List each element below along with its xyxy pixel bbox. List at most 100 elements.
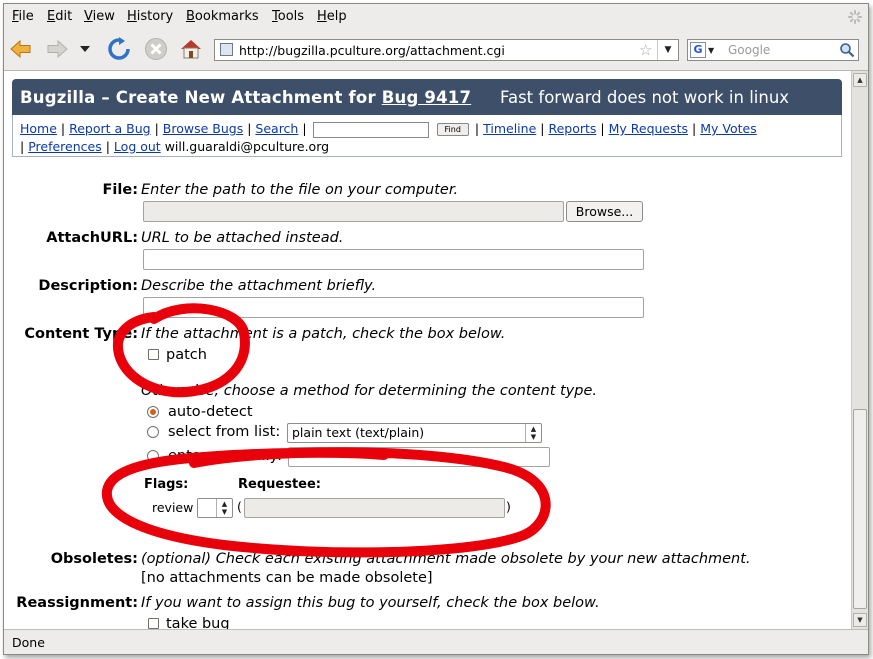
favicon-icon [220, 43, 233, 56]
bug-link[interactable]: Bug 9417 [382, 88, 471, 107]
back-button[interactable] [8, 36, 34, 62]
take-bug-checkbox[interactable] [148, 618, 159, 629]
attachurl-input[interactable] [143, 249, 644, 270]
browse-button[interactable]: Browse... [566, 201, 643, 222]
file-hint: Enter the path to the file on your compu… [141, 182, 459, 198]
home-button[interactable] [178, 36, 204, 62]
vertical-scrollbar[interactable]: ▲ ▼ [851, 71, 868, 629]
navigation-toolbar: http://bugzilla.pculture.org/attachment.… [4, 30, 868, 71]
link-reports[interactable]: Reports [548, 121, 596, 136]
obsoletes-label: Obsoletes: [50, 551, 138, 567]
menu-tools[interactable]: Tools [272, 9, 304, 24]
page-title: Bugzilla – Create New Attachment for Bug… [20, 88, 471, 107]
flags-header: Flags: [144, 477, 189, 492]
separator: | [247, 121, 252, 136]
auto-detect-label[interactable]: auto-detect [168, 404, 253, 420]
engine-dropdown-icon[interactable]: ▼ [708, 46, 714, 55]
user-email: will.guaraldi@pculture.org [164, 139, 330, 154]
reassignment-label: Reassignment: [16, 595, 138, 611]
take-bug-label[interactable]: take bug [166, 616, 230, 629]
menu-bookmarks[interactable]: Bookmarks [186, 9, 259, 24]
search-placeholder[interactable]: Google [728, 43, 770, 57]
scrollbar-thumb[interactable] [853, 409, 867, 609]
description-input[interactable] [143, 297, 644, 318]
requestee-header: Requestee: [238, 477, 321, 492]
obsoletes-none: [no attachments can be made obsolete] [141, 570, 433, 586]
link-timeline[interactable]: Timeline [483, 121, 536, 136]
quicksearch-input[interactable] [312, 121, 429, 138]
status-text: Done [12, 635, 45, 650]
status-bar: Done [4, 629, 868, 654]
chevron-down-icon [80, 46, 90, 52]
link-browse-bugs[interactable]: Browse Bugs [163, 121, 243, 136]
updown-arrows-icon: ▲ ▼ [216, 499, 232, 517]
attachurl-label: AttachURL: [46, 230, 138, 246]
bugzilla-nav-links: Home | Report a Bug | Browse Bugs | Sear… [12, 115, 842, 157]
url-bar[interactable]: http://bugzilla.pculture.org/attachment.… [214, 39, 679, 61]
menu-file[interactable]: File [12, 9, 34, 24]
menu-view[interactable]: View [84, 9, 115, 24]
enter-manually-radio[interactable] [147, 450, 159, 462]
patch-checkbox[interactable] [148, 349, 159, 360]
select-from-list-radio[interactable] [147, 426, 159, 438]
review-flag-label: review [152, 500, 194, 515]
page-content: Bugzilla – Create New Attachment for Bug… [4, 71, 851, 629]
updown-arrows-icon: ▲ ▼ [525, 424, 541, 442]
description-hint: Describe the attachment briefly. [141, 278, 377, 294]
separator: | [20, 139, 25, 154]
google-engine-icon[interactable]: G [690, 42, 706, 58]
attachurl-hint: URL to be attached instead. [141, 230, 344, 246]
content-type-selected: plain text (text/plain) [292, 425, 425, 440]
scroll-up-icon[interactable]: ▲ [853, 73, 867, 87]
manual-content-type-input[interactable] [288, 447, 550, 467]
menu-edit[interactable]: Edit [47, 9, 72, 24]
bookmark-star-icon[interactable]: ☆ [639, 41, 652, 59]
open-paren: ( [237, 499, 242, 514]
back-arrow-icon [10, 39, 31, 59]
link-my-requests[interactable]: My Requests [609, 121, 688, 136]
link-report-bug[interactable]: Report a Bug [69, 121, 150, 136]
file-path-input[interactable] [143, 201, 564, 222]
content-type-label: Content Type: [24, 326, 138, 342]
forward-button[interactable] [44, 36, 70, 62]
link-logout[interactable]: Log out [114, 139, 161, 154]
scroll-down-icon[interactable]: ▼ [853, 613, 867, 627]
separator: | [154, 121, 159, 136]
search-bar[interactable]: G ▼ Google [687, 39, 859, 61]
history-dropdown-button[interactable] [78, 36, 92, 62]
requestee-input[interactable] [244, 498, 505, 518]
obsoletes-hint: (optional) Check each existing attachmen… [141, 551, 751, 567]
enter-manually-label[interactable]: enter manually: [168, 448, 282, 464]
auto-detect-radio[interactable] [147, 406, 159, 418]
separator: | [540, 121, 545, 136]
reload-button[interactable] [106, 36, 132, 62]
separator: | [105, 139, 110, 154]
select-from-list-label[interactable]: select from list: [168, 424, 280, 440]
link-my-votes[interactable]: My Votes [700, 121, 757, 136]
find-button[interactable]: Find [436, 123, 469, 136]
content-type-select[interactable]: plain text (text/plain) ▲ ▼ [287, 423, 542, 443]
bug-summary: Fast forward does not work in linux [500, 88, 790, 107]
patch-label[interactable]: patch [166, 347, 207, 363]
link-preferences[interactable]: Preferences [28, 139, 102, 154]
bugzilla-header: Bugzilla – Create New Attachment for Bug… [12, 79, 842, 115]
review-flag-select[interactable]: ▲ ▼ [197, 498, 233, 518]
menu-help[interactable]: Help [317, 9, 347, 24]
close-paren: ) [506, 499, 511, 514]
menu-history[interactable]: History [127, 9, 173, 24]
forward-arrow-icon [47, 39, 68, 59]
stop-icon [145, 38, 167, 60]
separator: | [302, 121, 307, 136]
content-type-method-hint: Otherwise, choose a method for determini… [141, 383, 597, 399]
url-dropdown-button[interactable]: ▼ [657, 40, 678, 60]
url-text[interactable]: http://bugzilla.pculture.org/attachment.… [239, 43, 505, 58]
separator: | [474, 121, 480, 136]
separator: | [600, 121, 605, 136]
link-home[interactable]: Home [20, 121, 57, 136]
separator: | [60, 121, 66, 136]
patch-hint: If the attachment is a patch, check the … [141, 326, 506, 342]
link-search[interactable]: Search [255, 121, 298, 136]
stop-button[interactable] [143, 36, 169, 62]
magnifier-icon[interactable] [839, 42, 855, 58]
description-label: Description: [38, 278, 138, 294]
